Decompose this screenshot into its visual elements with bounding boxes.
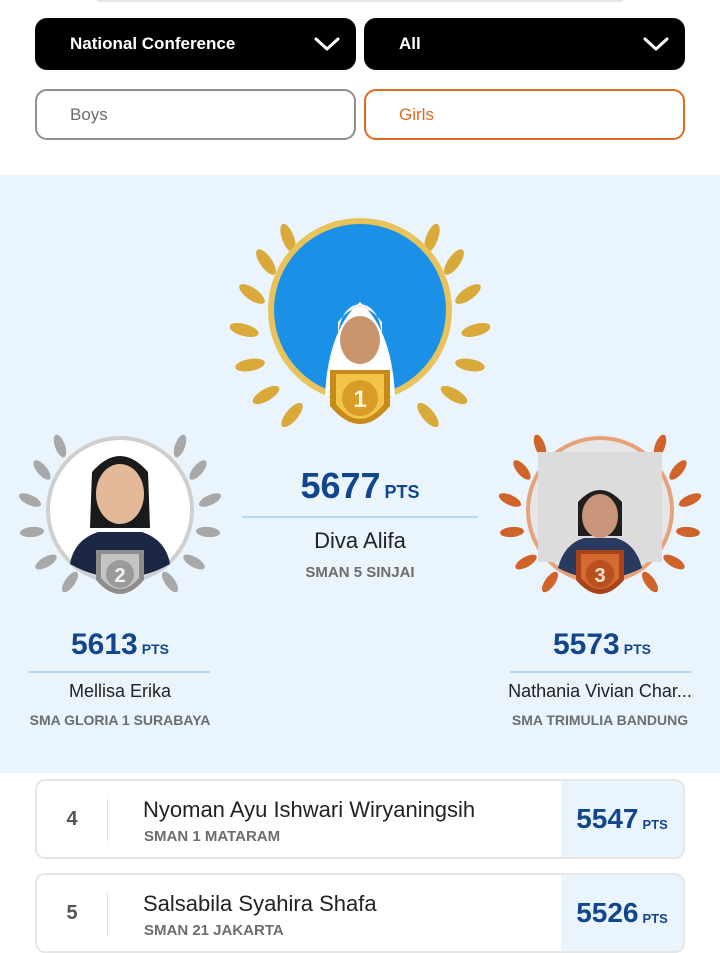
conference-select[interactable]: National Conference <box>35 18 356 70</box>
first-place-wreath: 1 <box>230 218 490 428</box>
region-select[interactable]: All <box>364 18 685 70</box>
rank-number: 5 <box>66 901 78 924</box>
ranking-row[interactable]: 4 Nyoman Ayu Ishwari Wiryaningsih SMAN 1… <box>35 779 685 859</box>
second-place-wreath: 2 <box>18 434 222 594</box>
participant-name: Salsabila Syahira Shafa <box>143 891 377 916</box>
chevron-down-icon <box>314 37 340 51</box>
first-medal-rank: 1 <box>353 386 366 413</box>
first-name: Diva Alifa <box>314 528 406 553</box>
row-separator <box>107 799 108 841</box>
girls-tab[interactable]: Girls <box>364 89 685 140</box>
region-select-value: All <box>399 34 421 53</box>
second-divider <box>28 671 210 673</box>
second-points-unit: PTS <box>141 641 169 657</box>
second-name: Mellisa Erika <box>68 681 172 701</box>
participant-school: SMAN 21 JAKARTA <box>144 922 284 939</box>
chevron-down-icon <box>643 37 669 51</box>
second-medal-rank: 2 <box>114 565 125 587</box>
second-points: 5613 PTS <box>30 628 210 662</box>
first-school: SMAN 5 SINJAI <box>305 564 415 581</box>
score-unit: PTS <box>642 910 668 926</box>
second-points-value: 5613 <box>71 628 138 661</box>
first-points: 5677 PTS <box>240 465 480 507</box>
first-points-unit: PTS <box>384 482 420 502</box>
first-points-value: 5677 <box>300 465 381 506</box>
third-divider <box>510 671 692 673</box>
score-box: 5526 PTS <box>561 875 683 951</box>
first-divider <box>242 516 478 518</box>
third-medal-rank: 3 <box>594 565 605 587</box>
ranking-row[interactable]: 5 Salsabila Syahira Shafa SMAN 21 JAKART… <box>35 873 685 953</box>
third-points: 5573 PTS <box>512 628 692 662</box>
score-value: 5526 <box>576 897 639 928</box>
score-value: 5547 <box>576 803 639 834</box>
boys-tab[interactable]: Boys <box>35 89 356 140</box>
third-place-wreath: 3 <box>498 434 702 594</box>
top-divider <box>97 0 623 2</box>
conference-select-value: National Conference <box>70 34 236 53</box>
second-school: SMA GLORIA 1 SURABAYA <box>29 712 211 728</box>
third-points-unit: PTS <box>623 641 651 657</box>
participant-school: SMAN 1 MATARAM <box>144 828 281 845</box>
row-separator <box>107 893 108 935</box>
third-name: Nathania Vivian Char... <box>508 681 692 701</box>
score-box: 5547 PTS <box>561 781 683 857</box>
rank-number: 4 <box>66 807 78 830</box>
score-unit: PTS <box>642 816 668 832</box>
participant-name: Nyoman Ayu Ishwari Wiryaningsih <box>143 797 476 822</box>
third-school: SMA TRIMULIA BANDUNG <box>511 712 689 728</box>
third-points-value: 5573 <box>553 628 620 661</box>
